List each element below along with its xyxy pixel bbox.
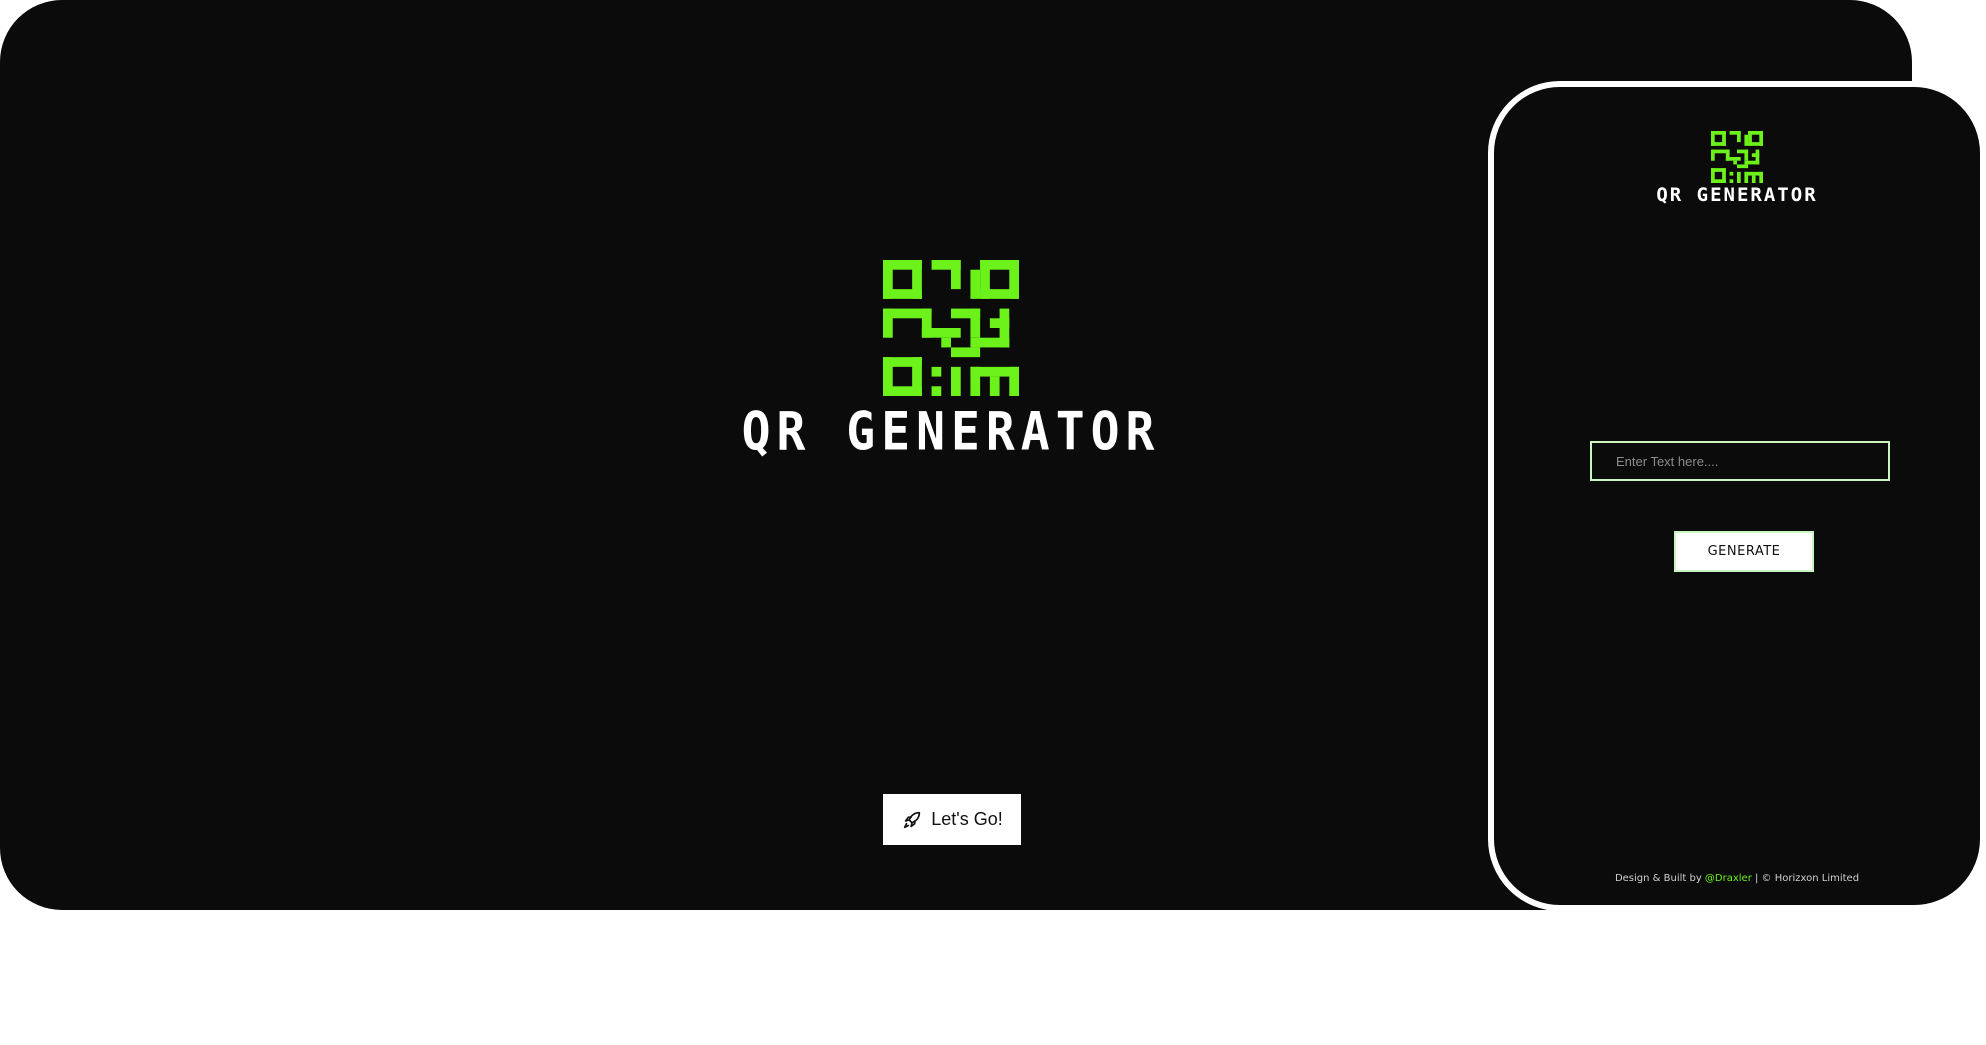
lets-go-button[interactable]: Let's Go! — [883, 794, 1021, 845]
footer: Design & Built by @Draxler | © Horizxon … — [1494, 873, 1980, 884]
qr-code-icon — [883, 260, 1019, 396]
lets-go-label: Let's Go! — [931, 809, 1003, 829]
text-input[interactable] — [1590, 441, 1890, 481]
brand-title: QR GENERATOR — [741, 401, 1161, 463]
author-link[interactable]: @Draxler — [1705, 873, 1752, 884]
footer-prefix: Design & Built by — [1614, 873, 1705, 884]
mobile-brand-title: QR GENERATOR — [1656, 184, 1818, 206]
mobile-preview: QR GENERATOR GENERATE Design & Built by … — [1488, 81, 1986, 911]
generate-button[interactable]: GENERATE — [1674, 531, 1814, 572]
rocket-icon — [904, 811, 921, 828]
footer-suffix: | © Horizxon Limited — [1751, 873, 1860, 884]
qr-code-icon — [1711, 131, 1763, 183]
mobile-header: QR GENERATOR — [1494, 131, 1980, 205]
